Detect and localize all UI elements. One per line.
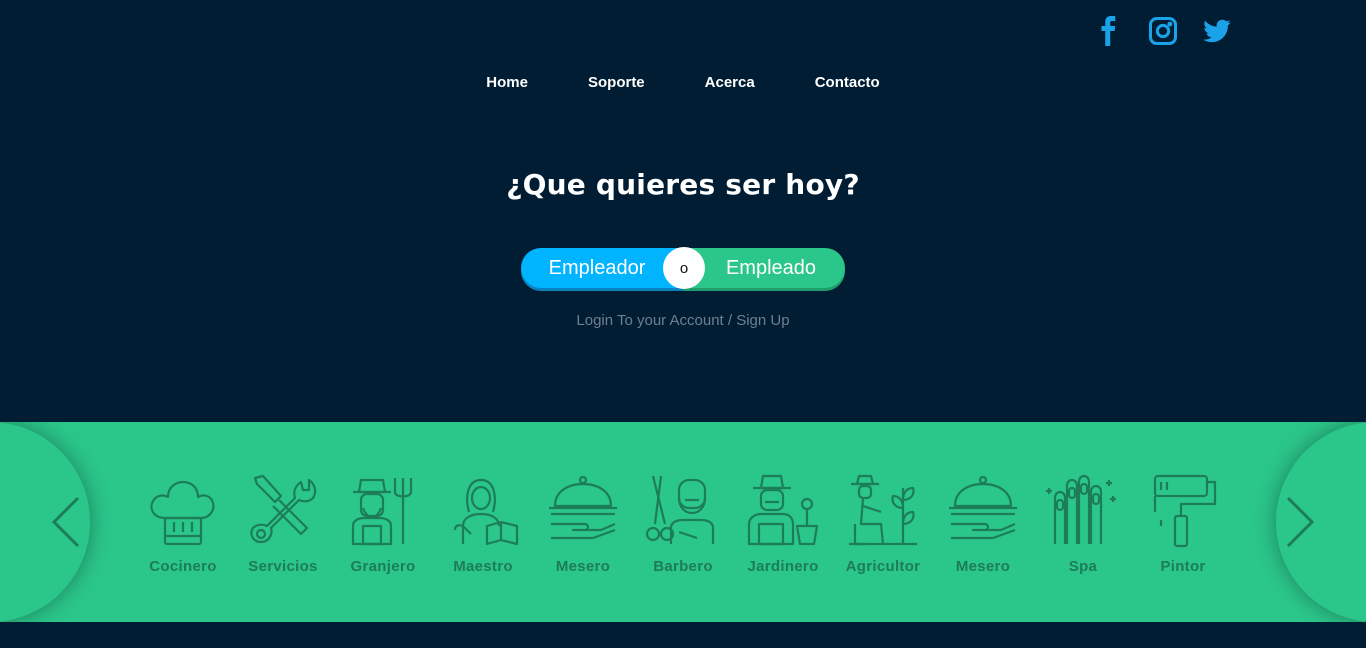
page-title: ¿Que quieres ser hoy? [506, 168, 860, 201]
agriculture-icon [849, 474, 917, 546]
job-label: Agricultor [845, 558, 921, 575]
main-nav: Home Soporte Acerca Contacto [0, 72, 1366, 94]
job-list: Cocinero Servicios Granjero Maestro Mese… [133, 468, 1233, 575]
job-label: Jardinero [747, 558, 819, 575]
login-link[interactable]: Login To your Account / Sign Up [0, 312, 1366, 329]
nails-icon [1046, 474, 1116, 544]
job-label: Spa [1068, 558, 1098, 575]
gardener-icon [747, 474, 819, 546]
job-label: Cocinero [149, 558, 217, 575]
social-links [1094, 16, 1232, 46]
nav-acerca[interactable]: Acerca [675, 72, 785, 94]
job-item[interactable]: Granjero [333, 468, 433, 575]
job-item[interactable]: Servicios [233, 468, 333, 575]
job-item[interactable]: Barbero [633, 468, 733, 575]
page-bottom [0, 622, 1366, 648]
job-label: Pintor [1160, 558, 1206, 575]
jobs-carousel: Cocinero Servicios Granjero Maestro Mese… [0, 422, 1366, 622]
job-item[interactable]: Cocinero [133, 468, 233, 575]
chevron-left-icon[interactable] [48, 494, 84, 550]
role-toggle: Empleador Empleado o [521, 247, 845, 290]
employer-button[interactable]: Empleador [521, 248, 683, 288]
job-item[interactable]: Spa [1033, 468, 1133, 575]
tools-icon [250, 474, 317, 544]
nav-soporte[interactable]: Soporte [558, 72, 675, 94]
nav-home[interactable]: Home [456, 72, 558, 94]
job-label: Maestro [453, 558, 513, 575]
facebook-icon[interactable] [1094, 16, 1124, 46]
chef-hat-icon [150, 480, 215, 546]
job-label: Granjero [350, 558, 416, 575]
barber-icon [645, 475, 715, 544]
chevron-right-icon[interactable] [1282, 494, 1318, 550]
job-label: Mesero [555, 558, 611, 575]
nav-contacto[interactable]: Contacto [785, 72, 910, 94]
job-item[interactable]: Mesero [533, 468, 633, 575]
employee-button[interactable]: Empleado [683, 248, 845, 288]
farmer-icon [351, 478, 413, 546]
job-label: Servicios [248, 558, 318, 575]
teacher-icon [453, 478, 519, 546]
cloche-icon [949, 475, 1017, 540]
job-item[interactable]: Maestro [433, 468, 533, 575]
paint-roller-icon [1153, 474, 1217, 548]
job-item[interactable]: Agricultor [833, 468, 933, 575]
job-label: Barbero [653, 558, 713, 575]
instagram-icon[interactable] [1148, 16, 1178, 46]
cloche-icon [549, 475, 617, 540]
job-item[interactable]: Mesero [933, 468, 1033, 575]
job-item[interactable]: Jardinero [733, 468, 833, 575]
job-item[interactable]: Pintor [1133, 468, 1233, 575]
or-badge: o [663, 247, 705, 289]
twitter-icon[interactable] [1202, 16, 1232, 46]
job-label: Mesero [955, 558, 1011, 575]
